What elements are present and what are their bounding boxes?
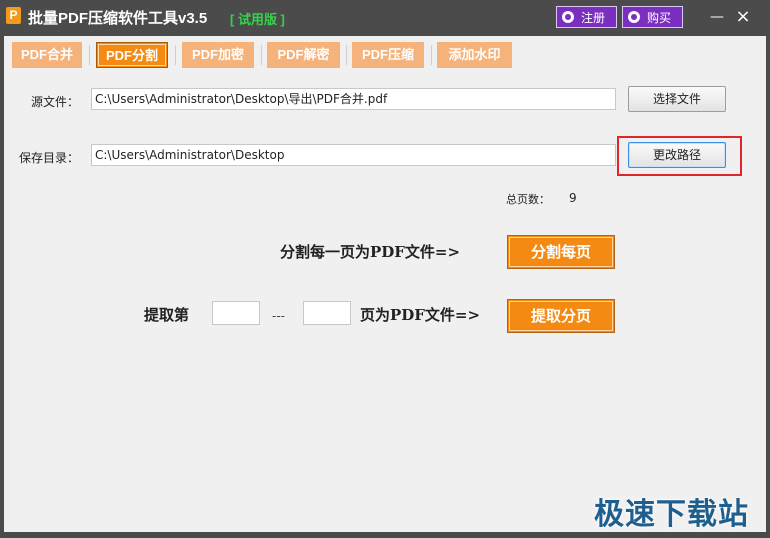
register-icon [562, 11, 574, 23]
site-watermark: 极速下载站 [594, 497, 749, 532]
tab-pdf-split[interactable]: PDF分割 [96, 42, 168, 68]
range-separator: --- [272, 309, 285, 323]
extract-from-input[interactable] [212, 301, 260, 325]
tab-divider [431, 45, 432, 65]
tab-divider [261, 45, 262, 65]
app-logo-icon: P [6, 7, 21, 24]
tab-pdf-merge[interactable]: PDF合并 [12, 42, 82, 68]
split-each-page-button[interactable]: 分割每页 [507, 235, 615, 269]
source-file-field[interactable]: C:\Users\Administrator\Desktop\导出\PDF合并.… [91, 88, 616, 110]
tab-add-watermark[interactable]: 添加水印 [437, 42, 512, 68]
app-window: P 批量PDF压缩软件工具v3.5 [ 试用版 ] 注册 购买 — × PDF合… [0, 0, 770, 538]
buy-button-label: 购买 [647, 11, 672, 25]
tab-divider [346, 45, 347, 65]
app-title: 批量PDF压缩软件工具v3.5 [28, 10, 208, 27]
register-button[interactable]: 注册 [556, 6, 617, 28]
extract-suffix-label: 页为PDF文件=> [360, 306, 481, 324]
save-directory-label: 保存目录： [19, 151, 80, 165]
extract-pages-button[interactable]: 提取分页 [507, 299, 615, 333]
total-pages-value: 9 [569, 191, 577, 205]
close-icon: × [735, 6, 751, 27]
close-button[interactable]: × [731, 6, 755, 28]
tab-divider [89, 45, 90, 65]
tab-pdf-compress[interactable]: PDF压缩 [352, 42, 424, 68]
buy-button[interactable]: 购买 [622, 6, 683, 28]
total-pages-label: 总页数： [506, 193, 550, 206]
extract-to-input[interactable] [303, 301, 351, 325]
extract-prefix-label: 提取第 [144, 306, 190, 324]
tab-pdf-decrypt[interactable]: PDF解密 [267, 42, 340, 68]
main-panel: PDF合并 PDF分割 PDF加密 PDF解密 PDF压缩 添加水印 源文件： … [4, 36, 766, 532]
register-button-label: 注册 [581, 11, 606, 25]
cart-icon [628, 11, 640, 23]
minimize-icon: — [710, 9, 724, 25]
tab-divider [175, 45, 176, 65]
tab-pdf-encrypt[interactable]: PDF加密 [182, 42, 254, 68]
split-each-label: 分割每一页为PDF文件=> [280, 243, 461, 261]
save-directory-field[interactable]: C:\Users\Administrator\Desktop [91, 144, 616, 166]
minimize-button[interactable]: — [705, 6, 729, 28]
title-bar[interactable]: P 批量PDF压缩软件工具v3.5 [ 试用版 ] 注册 购买 — × [0, 0, 770, 36]
source-file-label: 源文件： [31, 95, 80, 109]
choose-file-button[interactable]: 选择文件 [628, 86, 726, 112]
trial-badge: [ 试用版 ] [230, 12, 285, 27]
highlight-box [617, 136, 742, 176]
